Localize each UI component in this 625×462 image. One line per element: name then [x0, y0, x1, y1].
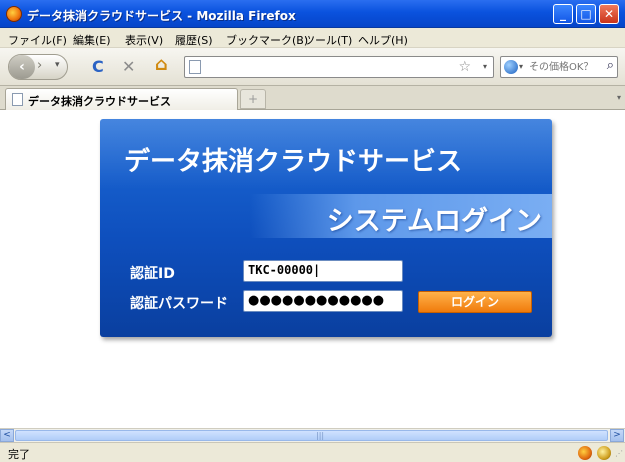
close-button[interactable]: ✕: [599, 4, 619, 24]
menu-file[interactable]: ファイル(F): [8, 32, 67, 48]
window-titlebar[interactable]: データ抹消クラウドサービス - Mozilla Firefox _ □ ✕: [0, 0, 625, 28]
minimize-button[interactable]: _: [553, 4, 573, 24]
id-label: 認証ID: [130, 266, 175, 282]
tab-active[interactable]: データ抹消クラウドサービス: [5, 88, 238, 110]
page-content: データ抹消クラウドサービス システムログイン 認証ID TKC-00000| 認…: [0, 110, 625, 428]
tab-page-icon: [12, 93, 23, 106]
reload-button[interactable]: C: [92, 59, 104, 75]
firefox-icon: [6, 6, 22, 22]
bookmark-star-icon[interactable]: ☆: [458, 59, 471, 75]
search-box[interactable]: ▾ ⌕: [500, 56, 618, 78]
service-title: データ抹消クラウドサービス: [124, 147, 463, 177]
page-icon: [189, 60, 201, 74]
scrollbar-thumb[interactable]: |||: [15, 430, 608, 441]
home-button[interactable]: ⌂: [155, 56, 168, 74]
back-button[interactable]: ‹: [9, 55, 35, 79]
resize-grip-icon[interactable]: ⋰: [615, 449, 623, 458]
search-engine-icon[interactable]: [504, 60, 518, 74]
tab-label: データ抹消クラウドサービス: [28, 95, 171, 108]
status-text: 完了: [8, 448, 30, 461]
scrollbar-grip-icon: |||: [316, 431, 325, 440]
menu-edit[interactable]: 編集(E): [73, 32, 111, 48]
id-input[interactable]: TKC-00000|: [243, 260, 403, 282]
tab-list-dropdown-icon[interactable]: ▾: [617, 93, 621, 102]
menu-bar: ファイル(F) 編集(E) 表示(V) 履歴(S) ブックマーク(B) ツール(…: [0, 28, 625, 48]
login-button[interactable]: ログイン: [418, 291, 532, 313]
password-input[interactable]: ●●●●●●●●●●●●: [243, 290, 403, 312]
tab-strip: データ抹消クラウドサービス + ▾: [0, 86, 625, 110]
security-status-icon[interactable]: [597, 446, 611, 460]
menu-tools[interactable]: ツール(T): [304, 32, 352, 48]
password-label: 認証パスワード: [130, 296, 228, 312]
search-icon[interactable]: ⌕: [607, 58, 614, 73]
login-panel: データ抹消クラウドサービス システムログイン 認証ID TKC-00000| 認…: [100, 119, 552, 337]
status-bar: 完了 ⋰: [0, 442, 625, 462]
horizontal-scrollbar[interactable]: < ||| >: [0, 428, 625, 442]
search-input[interactable]: [529, 59, 599, 75]
menu-history[interactable]: 履歴(S): [175, 32, 213, 48]
back-forward-group: ‹ › ▾: [8, 54, 68, 80]
window-title: データ抹消クラウドサービス - Mozilla Firefox: [27, 9, 296, 23]
search-engine-dropdown-icon[interactable]: ▾: [519, 62, 523, 71]
maximize-button[interactable]: □: [576, 4, 596, 24]
addon-status-icon[interactable]: [578, 446, 592, 460]
navigation-toolbar: ‹ › ▾ C ✕ ⌂ ☆ ▾ ▾ ⌕: [0, 48, 625, 86]
url-dropdown-icon[interactable]: ▾: [483, 62, 487, 71]
menu-view[interactable]: 表示(V): [125, 32, 163, 48]
system-login-heading: システムログイン: [326, 206, 542, 237]
scroll-left-button[interactable]: <: [0, 429, 14, 442]
stop-button[interactable]: ✕: [122, 59, 135, 75]
menu-bookmarks[interactable]: ブックマーク(B): [226, 32, 308, 48]
scroll-right-button[interactable]: >: [610, 429, 624, 442]
history-dropdown-icon[interactable]: ▾: [55, 60, 60, 70]
url-bar[interactable]: ☆ ▾: [184, 56, 494, 78]
menu-help[interactable]: ヘルプ(H): [358, 32, 408, 48]
forward-button[interactable]: ›: [37, 58, 42, 73]
new-tab-button[interactable]: +: [240, 89, 266, 109]
